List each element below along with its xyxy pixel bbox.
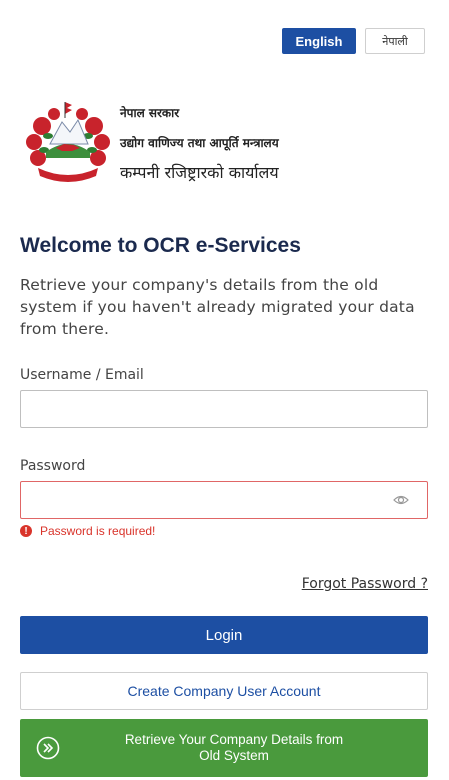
login-button[interactable]: Login [20,616,428,654]
org-ministry-name: उद्योग वाणिज्य तथा आपूर्ति मन्त्रालय [120,136,279,150]
retrieve-company-details-button[interactable]: Retrieve Your Company Details from Old S… [20,719,428,777]
password-label: Password [20,458,86,474]
language-english-button[interactable]: English [282,28,356,54]
username-label: Username / Email [20,367,144,383]
error-icon: ! [20,525,32,537]
organization-name-block: नेपाल सरकार उद्योग वाणिज्य तथा आपूर्ति म… [120,104,279,183]
password-input[interactable] [20,481,428,519]
page-title: Welcome to OCR e-Services [20,234,301,257]
create-account-button[interactable]: Create Company User Account [20,672,428,710]
double-chevron-right-icon [36,736,60,760]
retrieve-label-line-2: Old System [199,748,269,763]
retrieve-button-label: Retrieve Your Company Details from Old S… [89,732,379,764]
forgot-password-link[interactable]: Forgot Password ? [302,576,428,592]
government-emblem-logo [26,102,110,182]
retrieve-label-line-1: Retrieve Your Company Details from [124,732,344,747]
username-input[interactable] [20,390,428,428]
eye-icon[interactable] [393,493,409,507]
org-office-name: कम्पनी रजिष्ट्रारको कार्यालय [120,163,279,182]
page-description: Retrieve your company's details from the… [20,276,415,338]
password-error-message: ! Password is required! [20,524,155,538]
language-nepali-button[interactable]: नेपाली [365,28,425,54]
password-error-text: Password is required! [40,524,156,538]
org-country-name: नेपाल सरकार [120,106,180,120]
